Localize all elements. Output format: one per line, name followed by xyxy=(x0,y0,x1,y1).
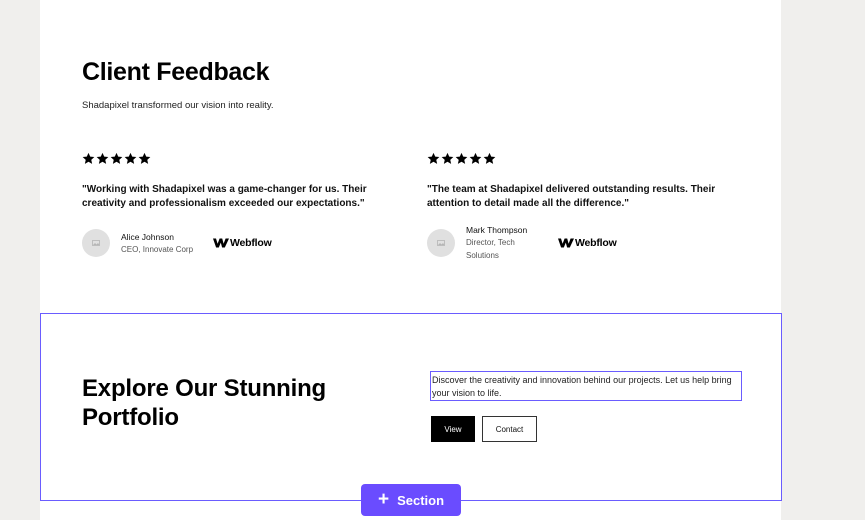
company-logo: Webflow xyxy=(213,237,272,249)
star-icon xyxy=(110,152,123,165)
author-info: Mark Thompson Director, Tech Solutions xyxy=(466,224,548,262)
star-icon xyxy=(483,152,496,165)
star-icon xyxy=(455,152,468,165)
star-icon xyxy=(82,152,95,165)
author-role: Director, Tech Solutions xyxy=(466,238,515,260)
star-icon xyxy=(427,152,440,165)
company-logo-text: Webflow xyxy=(230,237,272,249)
star-icon xyxy=(124,152,137,165)
add-section-label: Section xyxy=(397,492,445,508)
avatar xyxy=(82,229,110,257)
portfolio-description[interactable]: Discover the creativity and innovation b… xyxy=(430,371,742,401)
author-role: CEO, Innovate Corp xyxy=(121,244,194,254)
author-name: Mark Thompson xyxy=(466,225,528,235)
webflow-logo-icon xyxy=(558,238,574,248)
company-logo: Webflow xyxy=(558,237,617,249)
avatar xyxy=(427,229,455,257)
portfolio-title: Explore Our Stunning Portfolio xyxy=(82,375,327,431)
author-name: Alice Johnson xyxy=(121,231,174,242)
star-icon xyxy=(441,152,454,165)
testimonial-card: "Working with Shadapixel was a game-chan… xyxy=(82,152,382,258)
webflow-logo-icon xyxy=(213,238,229,248)
contact-button[interactable]: Contact xyxy=(482,416,537,442)
star-rating xyxy=(427,152,727,166)
star-rating xyxy=(82,152,382,166)
image-placeholder-icon xyxy=(92,240,100,246)
testimonial-quote: "Working with Shadapixel was a game-chan… xyxy=(82,184,367,209)
author-info: Alice Johnson CEO, Innovate Corp xyxy=(121,231,203,256)
add-section-button[interactable]: + Section xyxy=(361,484,461,516)
testimonial-author: Mark Thompson Director, Tech Solutions W… xyxy=(427,225,727,260)
view-button[interactable]: View xyxy=(431,416,475,442)
star-icon xyxy=(138,152,151,165)
testimonial-quote: "The team at Shadapixel delivered outsta… xyxy=(427,184,716,209)
company-logo-text: Webflow xyxy=(575,237,617,249)
testimonial-author: Alice Johnson CEO, Innovate Corp Webflow xyxy=(82,228,382,258)
section-subtitle: Shadapixel transformed our vision into r… xyxy=(82,100,274,111)
plus-icon: + xyxy=(377,488,390,510)
image-placeholder-icon xyxy=(437,240,445,246)
star-icon xyxy=(96,152,109,165)
testimonial-card: "The team at Shadapixel delivered outsta… xyxy=(427,152,727,260)
portfolio-section[interactable]: Explore Our Stunning Portfolio Discover … xyxy=(40,313,782,501)
star-icon xyxy=(469,152,482,165)
section-title: Client Feedback xyxy=(82,58,270,86)
